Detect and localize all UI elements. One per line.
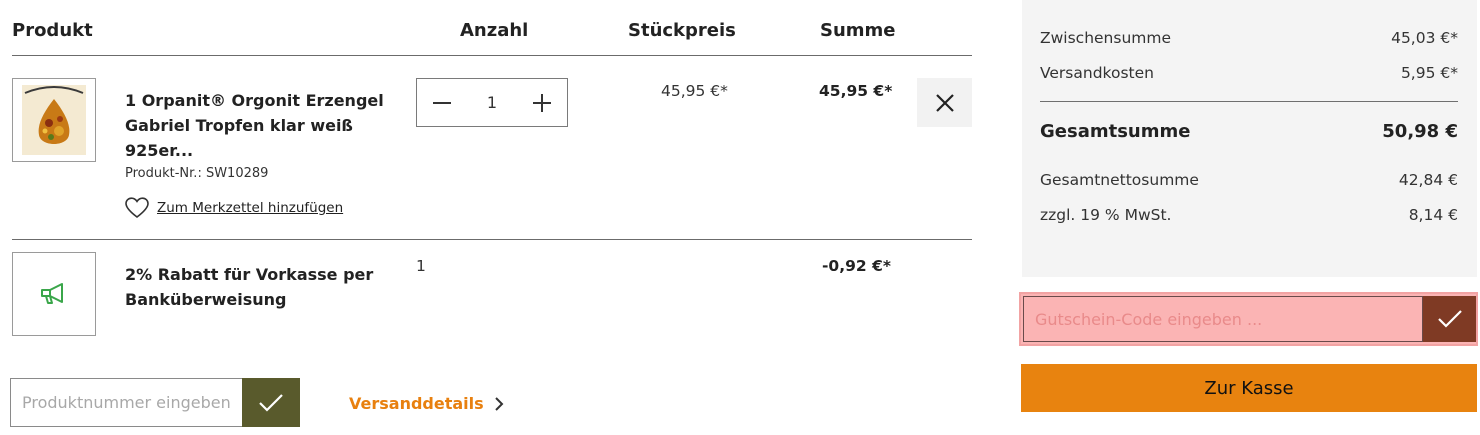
summary-net-total: Gesamtnettosumme 42,84 € [1040, 171, 1458, 189]
discount-thumbnail [12, 252, 96, 336]
summary-grand-total: Gesamtsumme 50,98 € [1040, 121, 1458, 142]
line-total: 45,95 €* [819, 82, 893, 100]
discount-name: 2% Rabatt für Vorkasse per Banküberweisu… [125, 265, 374, 309]
product-number-input[interactable] [10, 378, 243, 427]
order-summary: Zwischensumme 45,03 €* Versandkosten 5,9… [1022, 0, 1477, 277]
apply-voucher-button[interactable] [1423, 296, 1476, 342]
plus-icon [533, 93, 551, 112]
summary-vat: zzgl. 19 % MwSt. 8,14 € [1040, 206, 1458, 224]
summary-subtotal: Zwischensumme 45,03 €* [1040, 29, 1458, 47]
discount-quantity: 1 [416, 257, 426, 275]
shipping-details-label: Versanddetails [349, 394, 484, 413]
remove-item-button[interactable] [917, 78, 972, 127]
unit-price: 45,95 €* [661, 82, 728, 100]
row-divider [12, 239, 972, 240]
minus-icon [433, 101, 451, 104]
summary-divider [1040, 101, 1458, 102]
increase-quantity-button[interactable] [517, 79, 567, 126]
header-product: Produkt [12, 20, 93, 41]
heart-icon [125, 197, 149, 219]
voucher-form [1019, 292, 1478, 346]
check-icon [259, 393, 283, 412]
check-icon [1437, 310, 1462, 328]
header-quantity: Anzahl [460, 20, 529, 41]
add-product-button[interactable] [242, 378, 300, 427]
summary-shipping: Versandkosten 5,95 €* [1040, 64, 1458, 82]
close-icon [935, 93, 954, 112]
product-number: Produkt-Nr.: SW10289 [125, 166, 269, 181]
wishlist-label: Zum Merkzettel hinzufügen [157, 200, 344, 216]
voucher-code-input[interactable] [1023, 296, 1423, 342]
megaphone-icon [41, 283, 63, 304]
quantity-value[interactable]: 1 [467, 79, 517, 126]
product-name[interactable]: 1 Orpanit® Orgonit Erzengel Gabriel Trop… [125, 88, 384, 163]
amber-pendant-image [22, 85, 86, 155]
add-to-wishlist-link[interactable]: Zum Merkzettel hinzufügen [125, 197, 343, 219]
header-divider [12, 55, 972, 56]
shipping-details-link[interactable]: Versanddetails [349, 394, 504, 413]
discount-total: -0,92 €* [822, 257, 891, 275]
checkout-button[interactable]: Zur Kasse [1021, 364, 1477, 412]
chevron-right-icon [494, 396, 504, 411]
header-unit-price: Stückpreis [628, 20, 736, 41]
quantity-stepper: 1 [416, 78, 568, 127]
header-total: Summe [820, 20, 896, 41]
product-thumbnail[interactable] [12, 78, 96, 162]
decrease-quantity-button[interactable] [417, 79, 467, 126]
